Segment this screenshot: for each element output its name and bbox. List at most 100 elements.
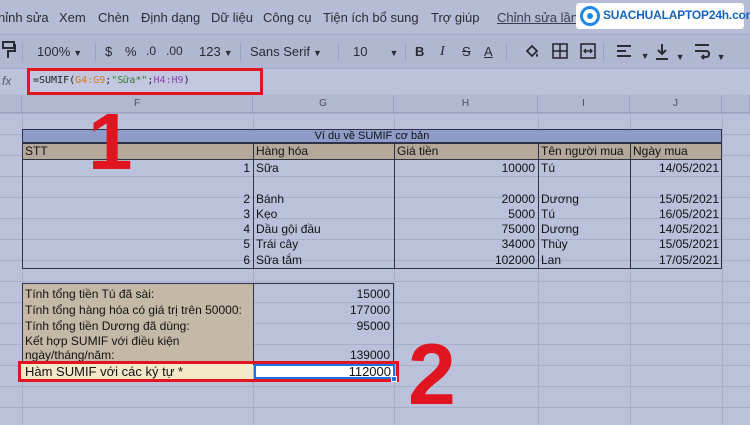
menu-insert[interactable]: Chèn [98,10,129,25]
align-left-icon[interactable]: ▼ [616,43,650,62]
summary-label[interactable]: Tính tổng hàng hóa có giá trị trên 50000… [25,303,242,317]
percent-button[interactable]: % [125,44,137,59]
column-header-k[interactable] [722,95,750,113]
menu-tools[interactable]: Công cụ [263,10,311,25]
cell-product[interactable]: Sữa [256,161,279,175]
column-header-h[interactable]: H [394,95,538,113]
cell-price[interactable]: 34000 [440,237,535,251]
cell-stt[interactable]: 1 [200,161,250,175]
cell-date[interactable]: 17/05/2021 [640,253,719,267]
cell-price[interactable]: 10000 [440,161,535,175]
cell-buyer[interactable]: Lan [541,253,561,267]
cell-price[interactable]: 75000 [440,222,535,236]
toolbar-divider [506,43,507,61]
decrease-decimal-button[interactable]: .0 [146,44,156,58]
text-color-button[interactable]: A [484,44,493,59]
font-size-select[interactable]: 10 ▼ [353,44,398,59]
summary-label[interactable]: ngày/tháng/năm: [25,348,114,362]
fill-color-icon[interactable] [524,43,540,62]
site-logo: SUACHUALAPTOP24h.com [576,3,750,29]
annotation-number-2: 2 [408,327,456,423]
more-formats-label: 123 [199,44,221,59]
cell-price[interactable]: 102000 [440,253,535,267]
cell-stt[interactable]: 2 [200,192,250,206]
more-formats-select[interactable]: 123 ▼ [199,44,233,59]
chevron-down-icon: ▼ [716,52,726,62]
menu-addons[interactable]: Tiện ích bổ sung [323,10,419,25]
menu-data[interactable]: Dữ liệu [211,10,253,25]
table-border [538,143,539,269]
header-product: Hàng hóa [256,144,309,158]
corner-cell[interactable] [0,95,22,113]
formula-suffix: ) [183,75,190,86]
formula-input[interactable]: =SUMIF(G4:G9;"Sữa*";H4:H9) [27,68,263,95]
table-border [22,268,722,269]
menu-format[interactable]: Định dạng [141,10,200,25]
cell-stt[interactable]: 4 [200,222,250,236]
chevron-down-icon: ▼ [312,48,322,58]
summary-label[interactable]: Tính tổng tiền Dương đã dùng: [25,319,190,333]
last-edit-link[interactable]: Chỉnh sửa lần c [497,10,588,25]
cell-buyer[interactable]: Tú [541,161,555,175]
cell-date[interactable]: 16/05/2021 [640,207,719,221]
cell-buyer[interactable]: Dương [541,222,579,236]
cell-date[interactable]: 15/05/2021 [640,192,719,206]
cell-product[interactable]: Sữa tắm [256,253,302,267]
summary-value[interactable]: 177000 [300,303,390,317]
menu-view[interactable]: Xem [59,10,86,25]
font-family-value: Sans Serif [250,44,310,59]
chevron-down-icon: ▼ [640,51,650,61]
summary-value[interactable]: 15000 [300,287,390,301]
zoom-select[interactable]: 100% ▼ [37,44,82,59]
cell-stt[interactable]: 3 [200,207,250,221]
cell-price[interactable]: 5000 [440,207,535,221]
toolbar-divider [22,43,23,61]
merge-cells-icon[interactable] [580,43,596,62]
cell-buyer[interactable]: Dương [541,192,579,206]
column-header-f[interactable]: F [22,95,253,113]
borders-icon[interactable] [552,43,568,62]
currency-button[interactable]: $ [105,44,112,59]
cell-buyer[interactable]: Tú [541,207,555,221]
cell-date[interactable]: 14/05/2021 [640,161,719,175]
header-price: Giá tiền [397,144,439,158]
cell-price[interactable]: 20000 [440,192,535,206]
cell-stt[interactable]: 5 [200,237,250,251]
zoom-value: 100% [37,44,71,59]
vertical-align-icon[interactable]: ▼ [655,42,685,63]
header-stt: STT [25,144,48,158]
paint-format-icon[interactable] [2,41,16,62]
cell-product[interactable]: Trái cây [256,237,298,251]
summary-label[interactable]: Kết hợp SUMIF với điều kiện [25,334,179,348]
cell-product[interactable]: Kẹo [256,207,277,221]
fill-handle[interactable] [391,376,397,382]
cell-stt[interactable]: 6 [200,253,250,267]
column-header-i[interactable]: I [538,95,630,113]
summary-label[interactable]: Tính tổng tiền Tú đã sài: [25,287,154,301]
column-header-j[interactable]: J [630,95,722,113]
column-header-g[interactable]: G [253,95,394,113]
toolbar-divider [603,43,604,61]
table-border [721,129,722,269]
toolbar-divider [95,43,96,61]
cell-buyer[interactable]: Thùy [541,237,568,251]
table-border [630,143,631,269]
font-size-value: 10 [353,44,368,59]
menu-edit[interactable]: hỉnh sửa [0,10,49,25]
cell-date[interactable]: 14/05/2021 [640,222,719,236]
text-wrap-icon[interactable]: ▼ [694,42,726,63]
summary-value[interactable]: 95000 [300,319,390,333]
cell-product[interactable]: Bánh [256,192,284,206]
italic-button[interactable]: I [440,44,445,60]
font-family-select[interactable]: Sans Serif ▼ [250,44,322,59]
increase-decimal-button[interactable]: .00 [166,44,183,58]
table-border [394,143,395,269]
toolbar-divider [240,43,241,61]
summary-value[interactable]: 139000 [300,348,390,362]
table-border [253,283,254,365]
menu-help[interactable]: Trợ giúp [431,10,480,25]
strikethrough-button[interactable]: S [462,44,471,59]
cell-date[interactable]: 15/05/2021 [640,237,719,251]
bold-button[interactable]: B [415,44,424,59]
cell-product[interactable]: Dầu gội đầu [256,222,321,236]
